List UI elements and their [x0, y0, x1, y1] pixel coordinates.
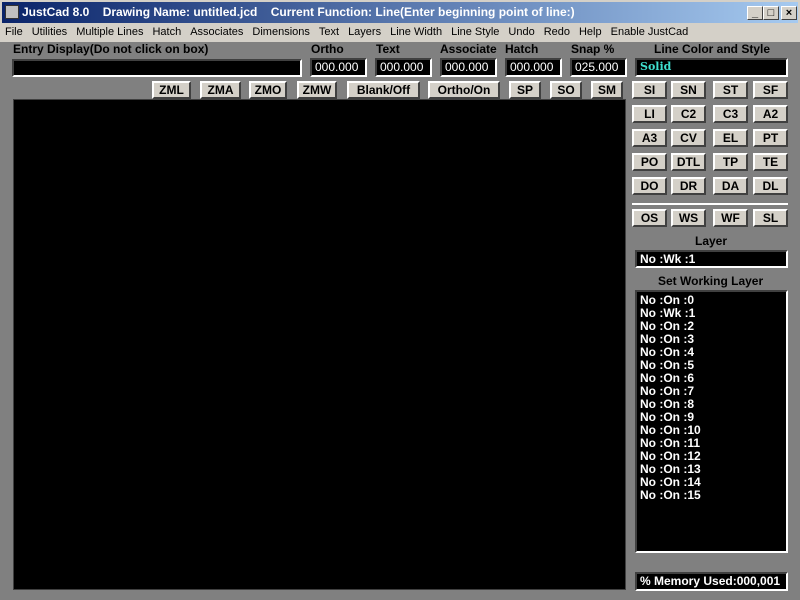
tool-button-pt[interactable]: PT	[753, 129, 788, 147]
divider	[632, 203, 788, 205]
close-button[interactable]: ×	[781, 6, 797, 20]
line-style-field: Solid	[635, 58, 788, 77]
menu-enable-justcad[interactable]: Enable JustCad	[606, 23, 693, 42]
drawing-canvas[interactable]	[13, 99, 626, 590]
toolbar-button-sm[interactable]: SM	[591, 81, 623, 99]
tool-button-si[interactable]: SI	[632, 81, 667, 99]
hatch-label: Hatch	[505, 42, 539, 56]
layer-field: No :Wk :1	[635, 250, 788, 268]
snap-label: Snap %	[571, 42, 615, 56]
toolbar-button-zml[interactable]: ZML	[152, 81, 191, 99]
menu-associates[interactable]: Associates	[185, 23, 247, 42]
toolbar-button-blank-off[interactable]: Blank/Off	[347, 81, 420, 99]
menu-undo[interactable]: Undo	[503, 23, 538, 42]
menu-hatch[interactable]: Hatch	[147, 23, 185, 42]
associate-field[interactable]: 000.000	[440, 58, 497, 77]
tool-button-sn[interactable]: SN	[671, 81, 706, 99]
tool-button-li[interactable]: LI	[632, 105, 667, 123]
menu-utilities[interactable]: Utilities	[27, 23, 71, 42]
menu-help[interactable]: Help	[574, 23, 606, 42]
app-icon	[5, 5, 19, 19]
minimize-button[interactable]: _	[747, 6, 763, 20]
tool-button-a3[interactable]: A3	[632, 129, 667, 147]
tool-button-st[interactable]: ST	[713, 81, 748, 99]
tool-button-tp[interactable]: TP	[713, 153, 748, 171]
tool-button-a2[interactable]: A2	[753, 105, 788, 123]
tool-button-dl[interactable]: DL	[753, 177, 788, 195]
menu-line-width[interactable]: Line Width	[385, 23, 446, 42]
toolbar-button-zmw[interactable]: ZMW	[297, 81, 337, 99]
tool-button-el[interactable]: EL	[713, 129, 748, 147]
tool-button-c2[interactable]: C2	[671, 105, 706, 123]
menu-line-style[interactable]: Line Style	[446, 23, 503, 42]
snap-field[interactable]: 025.000	[570, 58, 627, 77]
text-label: Text	[376, 42, 400, 56]
tool-button-po[interactable]: PO	[632, 153, 667, 171]
menu-text[interactable]: Text	[314, 23, 343, 42]
tool-button-da[interactable]: DA	[713, 177, 748, 195]
menu-layers[interactable]: Layers	[343, 23, 385, 42]
tool-button-cv[interactable]: CV	[671, 129, 706, 147]
tool-button-sl[interactable]: SL	[753, 209, 788, 227]
layer-item[interactable]: No :On :15	[640, 489, 783, 502]
working-layer-label: Set Working Layer	[658, 274, 764, 288]
menu-dimensions[interactable]: Dimensions	[247, 23, 313, 42]
line-style-label: Line Color and Style	[654, 42, 771, 56]
tool-button-dtl[interactable]: DTL	[671, 153, 706, 171]
toolbar-button-zma[interactable]: ZMA	[200, 81, 241, 99]
menu-multiple-lines[interactable]: Multiple Lines	[71, 23, 147, 42]
menu-bar: File Utilities Multiple Lines Hatch Associat…	[0, 23, 800, 42]
toolbar-button-sp[interactable]: SP	[509, 81, 541, 99]
entry-display-label: Entry Display(Do not click on box)	[13, 42, 209, 56]
title-bar: JustCad 8.0 Drawing Name: untitled.jcd C…	[0, 0, 800, 23]
tool-button-sf[interactable]: SF	[753, 81, 788, 99]
memory-used: % Memory Used:000,001	[635, 572, 788, 591]
toolbar-button-zmo[interactable]: ZMO	[249, 81, 287, 99]
tool-button-c3[interactable]: C3	[713, 105, 748, 123]
tool-button-ws[interactable]: WS	[671, 209, 706, 227]
entry-display	[12, 59, 302, 77]
text-field[interactable]: 000.000	[375, 58, 432, 77]
toolbar-button-so[interactable]: SO	[550, 81, 582, 99]
tool-button-dr[interactable]: DR	[671, 177, 706, 195]
maximize-button[interactable]: □	[763, 6, 779, 20]
tool-button-wf[interactable]: WF	[713, 209, 748, 227]
menu-file[interactable]: File	[0, 23, 27, 42]
associate-label: Associate	[440, 42, 497, 56]
tool-button-os[interactable]: OS	[632, 209, 667, 227]
tool-button-do[interactable]: DO	[632, 177, 667, 195]
toolbar-button-ortho-on[interactable]: Ortho/On	[428, 81, 500, 99]
hatch-field[interactable]: 000.000	[505, 58, 562, 77]
menu-redo[interactable]: Redo	[539, 23, 574, 42]
working-layer-list[interactable]: No :On :0 No :Wk :1 No :On :2 No :On :3 No :…	[635, 290, 788, 553]
tool-button-te[interactable]: TE	[753, 153, 788, 171]
ortho-label: Ortho	[311, 42, 344, 56]
window-title: JustCad 8.0 Drawing Name: untitled.jcd C…	[22, 5, 575, 19]
ortho-field[interactable]: 000.000	[310, 58, 367, 77]
layer-label: Layer	[695, 234, 728, 248]
